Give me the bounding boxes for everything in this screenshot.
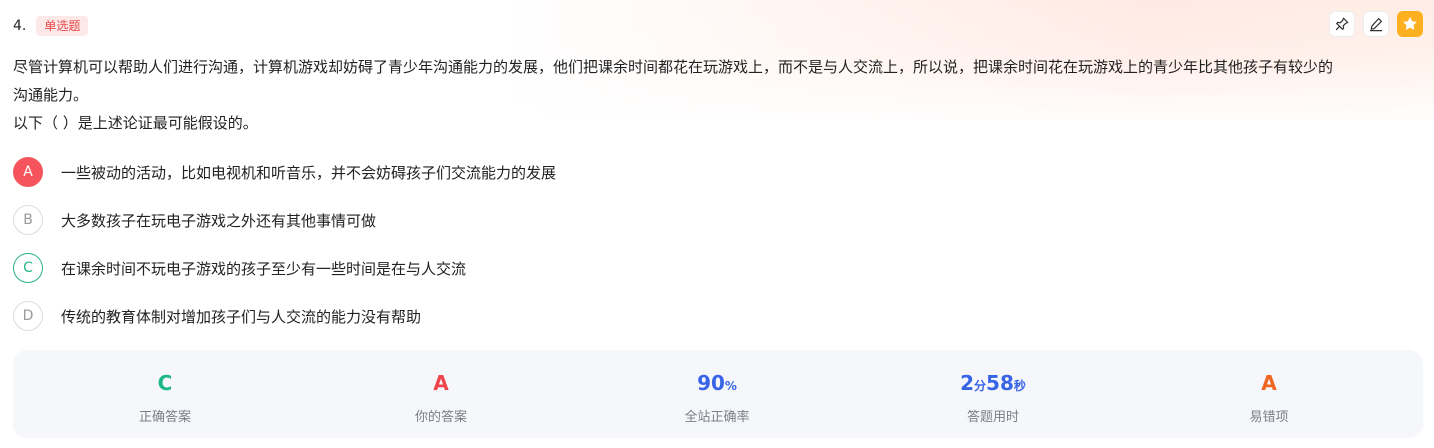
option-letter-badge: B bbox=[13, 205, 43, 235]
accuracy-stat: 90% 全站正确率 bbox=[617, 370, 817, 425]
answer-options: A 一些被动的活动，比如电视机和听音乐，并不会妨碍孩子们交流能力的发展 B 大多… bbox=[13, 156, 556, 348]
time-used-value: 2分58秒 bbox=[893, 370, 1093, 396]
option-text: 一些被动的活动，比如电视机和听音乐，并不会妨碍孩子们交流能力的发展 bbox=[61, 163, 557, 182]
edit-icon bbox=[1370, 18, 1383, 32]
option-b[interactable]: B 大多数孩子在玩电子游戏之外还有其他事情可做 bbox=[13, 204, 556, 236]
option-c[interactable]: C 在课余时间不玩电子游戏的孩子至少有一些时间是在与人交流 bbox=[13, 252, 556, 284]
answer-stats-panel: C 正确答案 A 你的答案 90% 全站正确率 2分58秒 答题用时 A 易错项 bbox=[13, 350, 1423, 438]
question-stem: 尽管计算机可以帮助人们进行沟通，计算机游戏却妨碍了青少年沟通能力的发展，他们把课… bbox=[13, 53, 1423, 137]
accuracy-label: 全站正确率 bbox=[684, 410, 750, 425]
error-prone-label: 易错项 bbox=[1249, 410, 1289, 425]
question-prompt: 以下（ ）是上述论证最可能假设的。 bbox=[13, 114, 258, 132]
option-letter-badge: A bbox=[13, 157, 43, 187]
star-icon bbox=[1403, 17, 1417, 30]
option-letter-badge: C bbox=[13, 253, 43, 283]
edit-note-button[interactable] bbox=[1363, 11, 1389, 37]
time-seconds-unit: 秒 bbox=[1013, 379, 1026, 393]
time-minutes: 2 bbox=[960, 371, 975, 395]
option-a[interactable]: A 一些被动的活动，比如电视机和听音乐，并不会妨碍孩子们交流能力的发展 bbox=[13, 156, 556, 188]
time-used-label: 答题用时 bbox=[966, 410, 1019, 425]
your-answer-value: A bbox=[433, 371, 449, 395]
accuracy-value: 90% bbox=[617, 370, 817, 396]
pin-button[interactable] bbox=[1329, 11, 1355, 37]
time-used-stat: 2分58秒 答题用时 bbox=[893, 370, 1093, 425]
option-d[interactable]: D 传统的教育体制对增加孩子们与人交流的能力没有帮助 bbox=[13, 300, 556, 332]
accuracy-number: 90 bbox=[697, 371, 725, 395]
your-answer-stat: A 你的答案 bbox=[341, 370, 541, 425]
question-number: 4. bbox=[13, 18, 27, 34]
correct-answer-value: C bbox=[157, 371, 173, 395]
correct-answer-stat: C 正确答案 bbox=[65, 370, 265, 425]
your-answer-label: 你的答案 bbox=[414, 410, 467, 425]
stem-line: 尽管计算机可以帮助人们进行沟通，计算机游戏却妨碍了青少年沟通能力的发展，他们把课… bbox=[13, 58, 1334, 76]
question-toolbar bbox=[1329, 11, 1423, 37]
option-text: 传统的教育体制对增加孩子们与人交流的能力没有帮助 bbox=[61, 307, 422, 326]
error-prone-stat: A 易错项 bbox=[1169, 370, 1369, 425]
time-seconds: 58 bbox=[986, 371, 1014, 395]
time-minutes-unit: 分 bbox=[974, 379, 987, 393]
pin-icon bbox=[1335, 17, 1349, 31]
stem-line: 沟通能力。 bbox=[13, 86, 89, 104]
option-text: 在课余时间不玩电子游戏的孩子至少有一些时间是在与人交流 bbox=[61, 259, 467, 278]
correct-answer-label: 正确答案 bbox=[138, 410, 191, 425]
accuracy-unit: % bbox=[724, 379, 737, 393]
option-text: 大多数孩子在玩电子游戏之外还有其他事情可做 bbox=[61, 211, 377, 230]
favorite-button[interactable] bbox=[1397, 11, 1423, 37]
error-prone-value: A bbox=[1261, 371, 1277, 395]
option-letter-badge: D bbox=[13, 301, 43, 331]
question-header: 4. 单选题 bbox=[13, 14, 89, 38]
question-type-badge: 单选题 bbox=[36, 16, 89, 36]
